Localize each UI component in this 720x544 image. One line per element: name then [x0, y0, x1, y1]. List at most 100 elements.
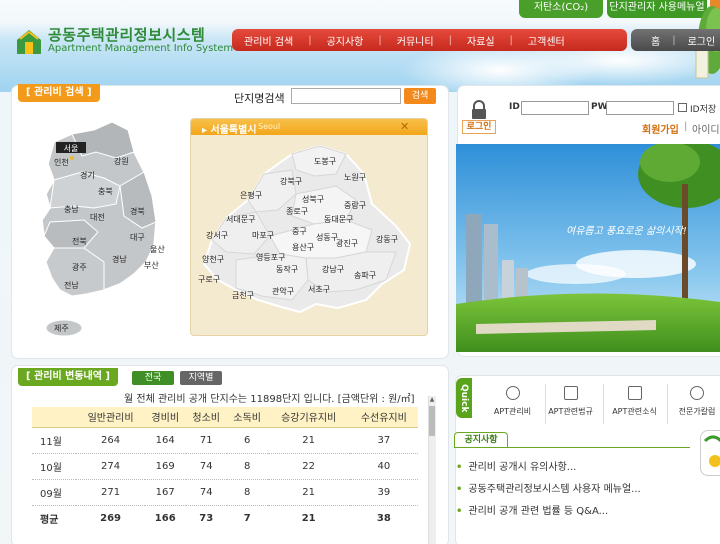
table-cell: 264: [76, 427, 145, 454]
district-label[interactable]: 중랑구: [344, 200, 366, 210]
table-header: 일반관리비: [76, 407, 145, 428]
scrollbar-thumb[interactable]: [429, 406, 435, 436]
find-id-link[interactable]: 아이디: [692, 121, 720, 136]
province-label[interactable]: 전남: [64, 280, 79, 290]
province-label[interactable]: 충북: [98, 187, 113, 196]
province-label[interactable]: 전북: [72, 236, 87, 246]
province-label[interactable]: 부산: [144, 260, 159, 270]
korea-map[interactable]: 서울 인천 경기 강원 충북 충남 대전 경북 전북 대구 울산 광주 경남 부…: [24, 112, 184, 344]
tab-by-region[interactable]: 지역별: [180, 371, 222, 385]
province-label[interactable]: 경남: [112, 254, 127, 264]
table-cell: 8: [226, 453, 268, 480]
quick-apt-law[interactable]: APT관련법규: [538, 384, 604, 424]
quick-apt-fee[interactable]: APT관리비: [480, 384, 546, 424]
table-cell: 40: [349, 453, 418, 480]
close-icon[interactable]: ✕: [400, 120, 409, 133]
notice-item[interactable]: • 공동주택관리정보시스템 사용자 메뉴얼...: [456, 480, 641, 495]
province-label[interactable]: 경북: [130, 206, 145, 216]
table-cell: 71: [185, 427, 227, 454]
table-row: 09월 271 167 74 8 21 39: [32, 479, 418, 506]
district-label[interactable]: 양천구: [202, 254, 224, 264]
nav-community[interactable]: 커뮤니티: [397, 33, 434, 48]
province-label[interactable]: 경기: [80, 170, 95, 180]
low-carbon-button[interactable]: 저탄소(CO₂): [519, 0, 603, 18]
table-header: 소독비: [226, 407, 268, 428]
search-button[interactable]: 검색: [404, 88, 436, 104]
table-header: [32, 407, 77, 428]
notice-tab[interactable]: 공지사항: [454, 432, 508, 448]
speech-bubble-icon: [690, 386, 704, 400]
district-label[interactable]: 성북구: [302, 195, 324, 204]
notice-item[interactable]: • 관리비 공개시 유의사항...: [456, 458, 576, 473]
district-label[interactable]: 도봉구: [314, 157, 336, 166]
nav-notice[interactable]: 공지사항: [327, 33, 364, 48]
nav-home[interactable]: 홈: [651, 33, 660, 48]
lock-icon: [472, 100, 486, 119]
nav-fee-search[interactable]: 관리비 검색: [244, 33, 293, 48]
district-label[interactable]: 구로구: [198, 275, 220, 284]
save-id-label: ID저장: [690, 105, 717, 115]
tab-nationwide[interactable]: 전국: [132, 371, 174, 385]
province-label[interactable]: 강원: [114, 156, 129, 166]
province-label[interactable]: 대전: [90, 212, 105, 222]
join-link[interactable]: 회원가입: [642, 121, 679, 136]
table-cell: 37: [349, 427, 418, 454]
nav-login[interactable]: 로그인: [688, 33, 716, 48]
province-label[interactable]: 제주: [54, 324, 69, 333]
province-label[interactable]: 광주: [72, 262, 87, 272]
book-icon: [563, 386, 578, 400]
district-label[interactable]: 중구: [292, 227, 307, 236]
district-label[interactable]: 서대문구: [226, 215, 255, 224]
notice-divider: [454, 447, 690, 448]
seoul-popup-title: ▸ 서울특별시: [202, 125, 257, 136]
nav-library[interactable]: 자료실: [467, 33, 495, 48]
quick-apt-news[interactable]: APT관련소식: [602, 384, 668, 424]
district-label[interactable]: 용산구: [292, 242, 314, 252]
quick-expert-column[interactable]: 전문가칼럼: [664, 384, 720, 424]
district-label[interactable]: 광진구: [336, 238, 358, 248]
nav-separator: |: [378, 34, 382, 46]
district-label[interactable]: 강북구: [280, 176, 302, 186]
table-cell: 21: [267, 479, 350, 506]
apartment-banner-image[interactable]: 여유롭고 풍요로운 삶의시작!: [456, 144, 720, 352]
district-label[interactable]: 성동구: [316, 233, 338, 242]
table-cell: 169: [144, 453, 186, 480]
province-label[interactable]: 울산: [150, 244, 165, 254]
district-label[interactable]: 강서구: [206, 230, 228, 240]
province-label[interactable]: 대구: [130, 233, 145, 242]
district-label[interactable]: 은평구: [240, 190, 262, 200]
district-label[interactable]: 관악구: [272, 286, 294, 296]
district-label[interactable]: 동작구: [276, 264, 298, 274]
district-label[interactable]: 마포구: [252, 231, 274, 240]
login-button[interactable]: 로그인: [462, 120, 496, 134]
district-label[interactable]: 강동구: [376, 234, 398, 244]
complex-search-input[interactable]: [291, 88, 401, 104]
district-label[interactable]: 금천구: [232, 290, 254, 300]
province-label[interactable]: 인천: [54, 157, 69, 167]
nav-separator: |: [509, 34, 513, 46]
province-label[interactable]: 충남: [64, 205, 79, 214]
save-id-checkbox[interactable]: [678, 103, 687, 112]
nav-customer-center[interactable]: 고객센터: [528, 33, 565, 48]
table-cell: 74: [185, 479, 227, 506]
district-label[interactable]: 영등포구: [256, 252, 285, 262]
table-cell: 22: [267, 453, 350, 480]
district-label[interactable]: 서초구: [308, 285, 330, 294]
province-label[interactable]: 서울: [64, 144, 79, 153]
side-widget[interactable]: [700, 430, 720, 476]
scroll-up-icon[interactable]: ▲: [428, 396, 436, 404]
district-label[interactable]: 노원구: [344, 173, 366, 182]
site-logo[interactable]: 공동주택관리정보시스템 Apartment Management Info Sy…: [14, 24, 233, 60]
district-label[interactable]: 종로구: [286, 207, 308, 216]
logo-subtitle: Apartment Management Info System: [48, 43, 234, 54]
coin-icon: [505, 386, 520, 400]
id-input[interactable]: [521, 101, 589, 115]
fee-summary-text: 월 전체 관리비 공개 단지수는 11898단지 입니다. [금액단위 : 원/…: [124, 394, 415, 405]
notice-item[interactable]: • 관리비 공개 관련 법률 등 Q&A...: [456, 502, 608, 517]
district-label[interactable]: 강남구: [322, 264, 344, 274]
password-input[interactable]: [606, 101, 674, 115]
logo-house-icon: [17, 30, 41, 54]
district-label[interactable]: 동대문구: [324, 215, 353, 224]
district-label[interactable]: 송파구: [354, 271, 376, 280]
seoul-district-map[interactable]: 도봉구 강북구 노원구 은평구 성북구 중랑구 종로구 동대문구 서대문구 중구…: [196, 140, 424, 332]
